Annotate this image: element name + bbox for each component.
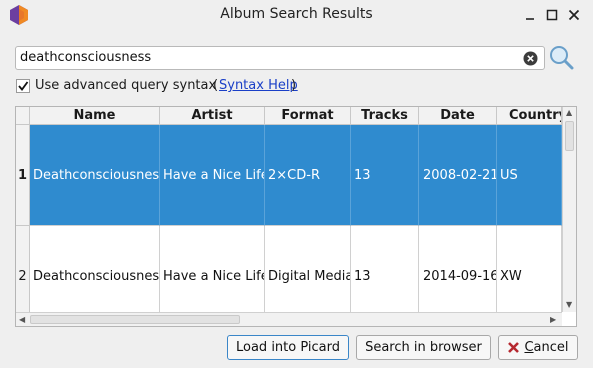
- syntax-help-link[interactable]: Syntax Help: [219, 78, 298, 93]
- cell-name: Deathconsciousness: [30, 125, 160, 226]
- search-input-value: deathconsciousness: [20, 50, 152, 65]
- row-number: 1: [16, 125, 30, 226]
- column-header-country[interactable]: Country: [497, 107, 562, 125]
- cancel-button[interactable]: Cancel: [498, 335, 578, 360]
- column-header-format[interactable]: Format: [265, 107, 351, 125]
- cell-tracks: 13: [351, 125, 419, 226]
- title-bar: Album Search Results: [0, 0, 593, 30]
- close-icon: [568, 9, 580, 21]
- search-in-browser-button[interactable]: Search in browser: [356, 335, 491, 360]
- checkmark-icon: [18, 81, 29, 91]
- paren-open: (: [213, 78, 219, 93]
- cancel-label: ancel: [533, 340, 569, 355]
- cell-date: 2008-02-21: [419, 125, 497, 226]
- horizontal-scrollbar[interactable]: ◀ ▶: [16, 312, 562, 326]
- clear-icon[interactable]: [523, 51, 538, 66]
- column-header-tracks[interactable]: Tracks: [351, 107, 419, 125]
- column-header-artist[interactable]: Artist: [160, 107, 265, 125]
- results-table: Name Artist Format Tracks Date Country 1…: [15, 106, 577, 327]
- cell-country: US: [497, 125, 562, 226]
- vertical-scrollbar[interactable]: ▲ ▼: [562, 107, 576, 312]
- maximize-icon: [546, 9, 558, 21]
- search-input[interactable]: deathconsciousness: [15, 46, 545, 70]
- advanced-syntax-checkbox[interactable]: [16, 79, 30, 93]
- horizontal-scroll-thumb[interactable]: [30, 315, 240, 324]
- scroll-up-icon[interactable]: ▲: [566, 108, 572, 118]
- cell-artist: Have a Nice Life: [160, 125, 265, 226]
- maximize-button[interactable]: [544, 7, 560, 23]
- paren-close: ): [291, 78, 297, 93]
- close-button[interactable]: [566, 7, 582, 23]
- window-title: Album Search Results: [220, 6, 373, 22]
- column-header-date[interactable]: Date: [419, 107, 497, 125]
- minimize-icon: [526, 18, 534, 20]
- load-into-picard-button[interactable]: Load into Picard: [227, 335, 349, 360]
- minimize-button[interactable]: [522, 7, 538, 23]
- row-number-header: [16, 107, 30, 125]
- scroll-left-icon[interactable]: ◀: [19, 315, 25, 325]
- vertical-scroll-thumb[interactable]: [565, 121, 574, 151]
- cancel-icon: [508, 342, 520, 353]
- scroll-right-icon[interactable]: ▶: [550, 315, 556, 325]
- scroll-down-icon[interactable]: ▼: [566, 300, 572, 310]
- search-icon[interactable]: [548, 44, 574, 70]
- cancel-mnemonic: C: [524, 340, 534, 355]
- advanced-syntax-label: Use advanced query syntax: [35, 78, 217, 93]
- column-header-name[interactable]: Name: [30, 107, 160, 125]
- cell-format: 2×CD-R: [265, 125, 351, 226]
